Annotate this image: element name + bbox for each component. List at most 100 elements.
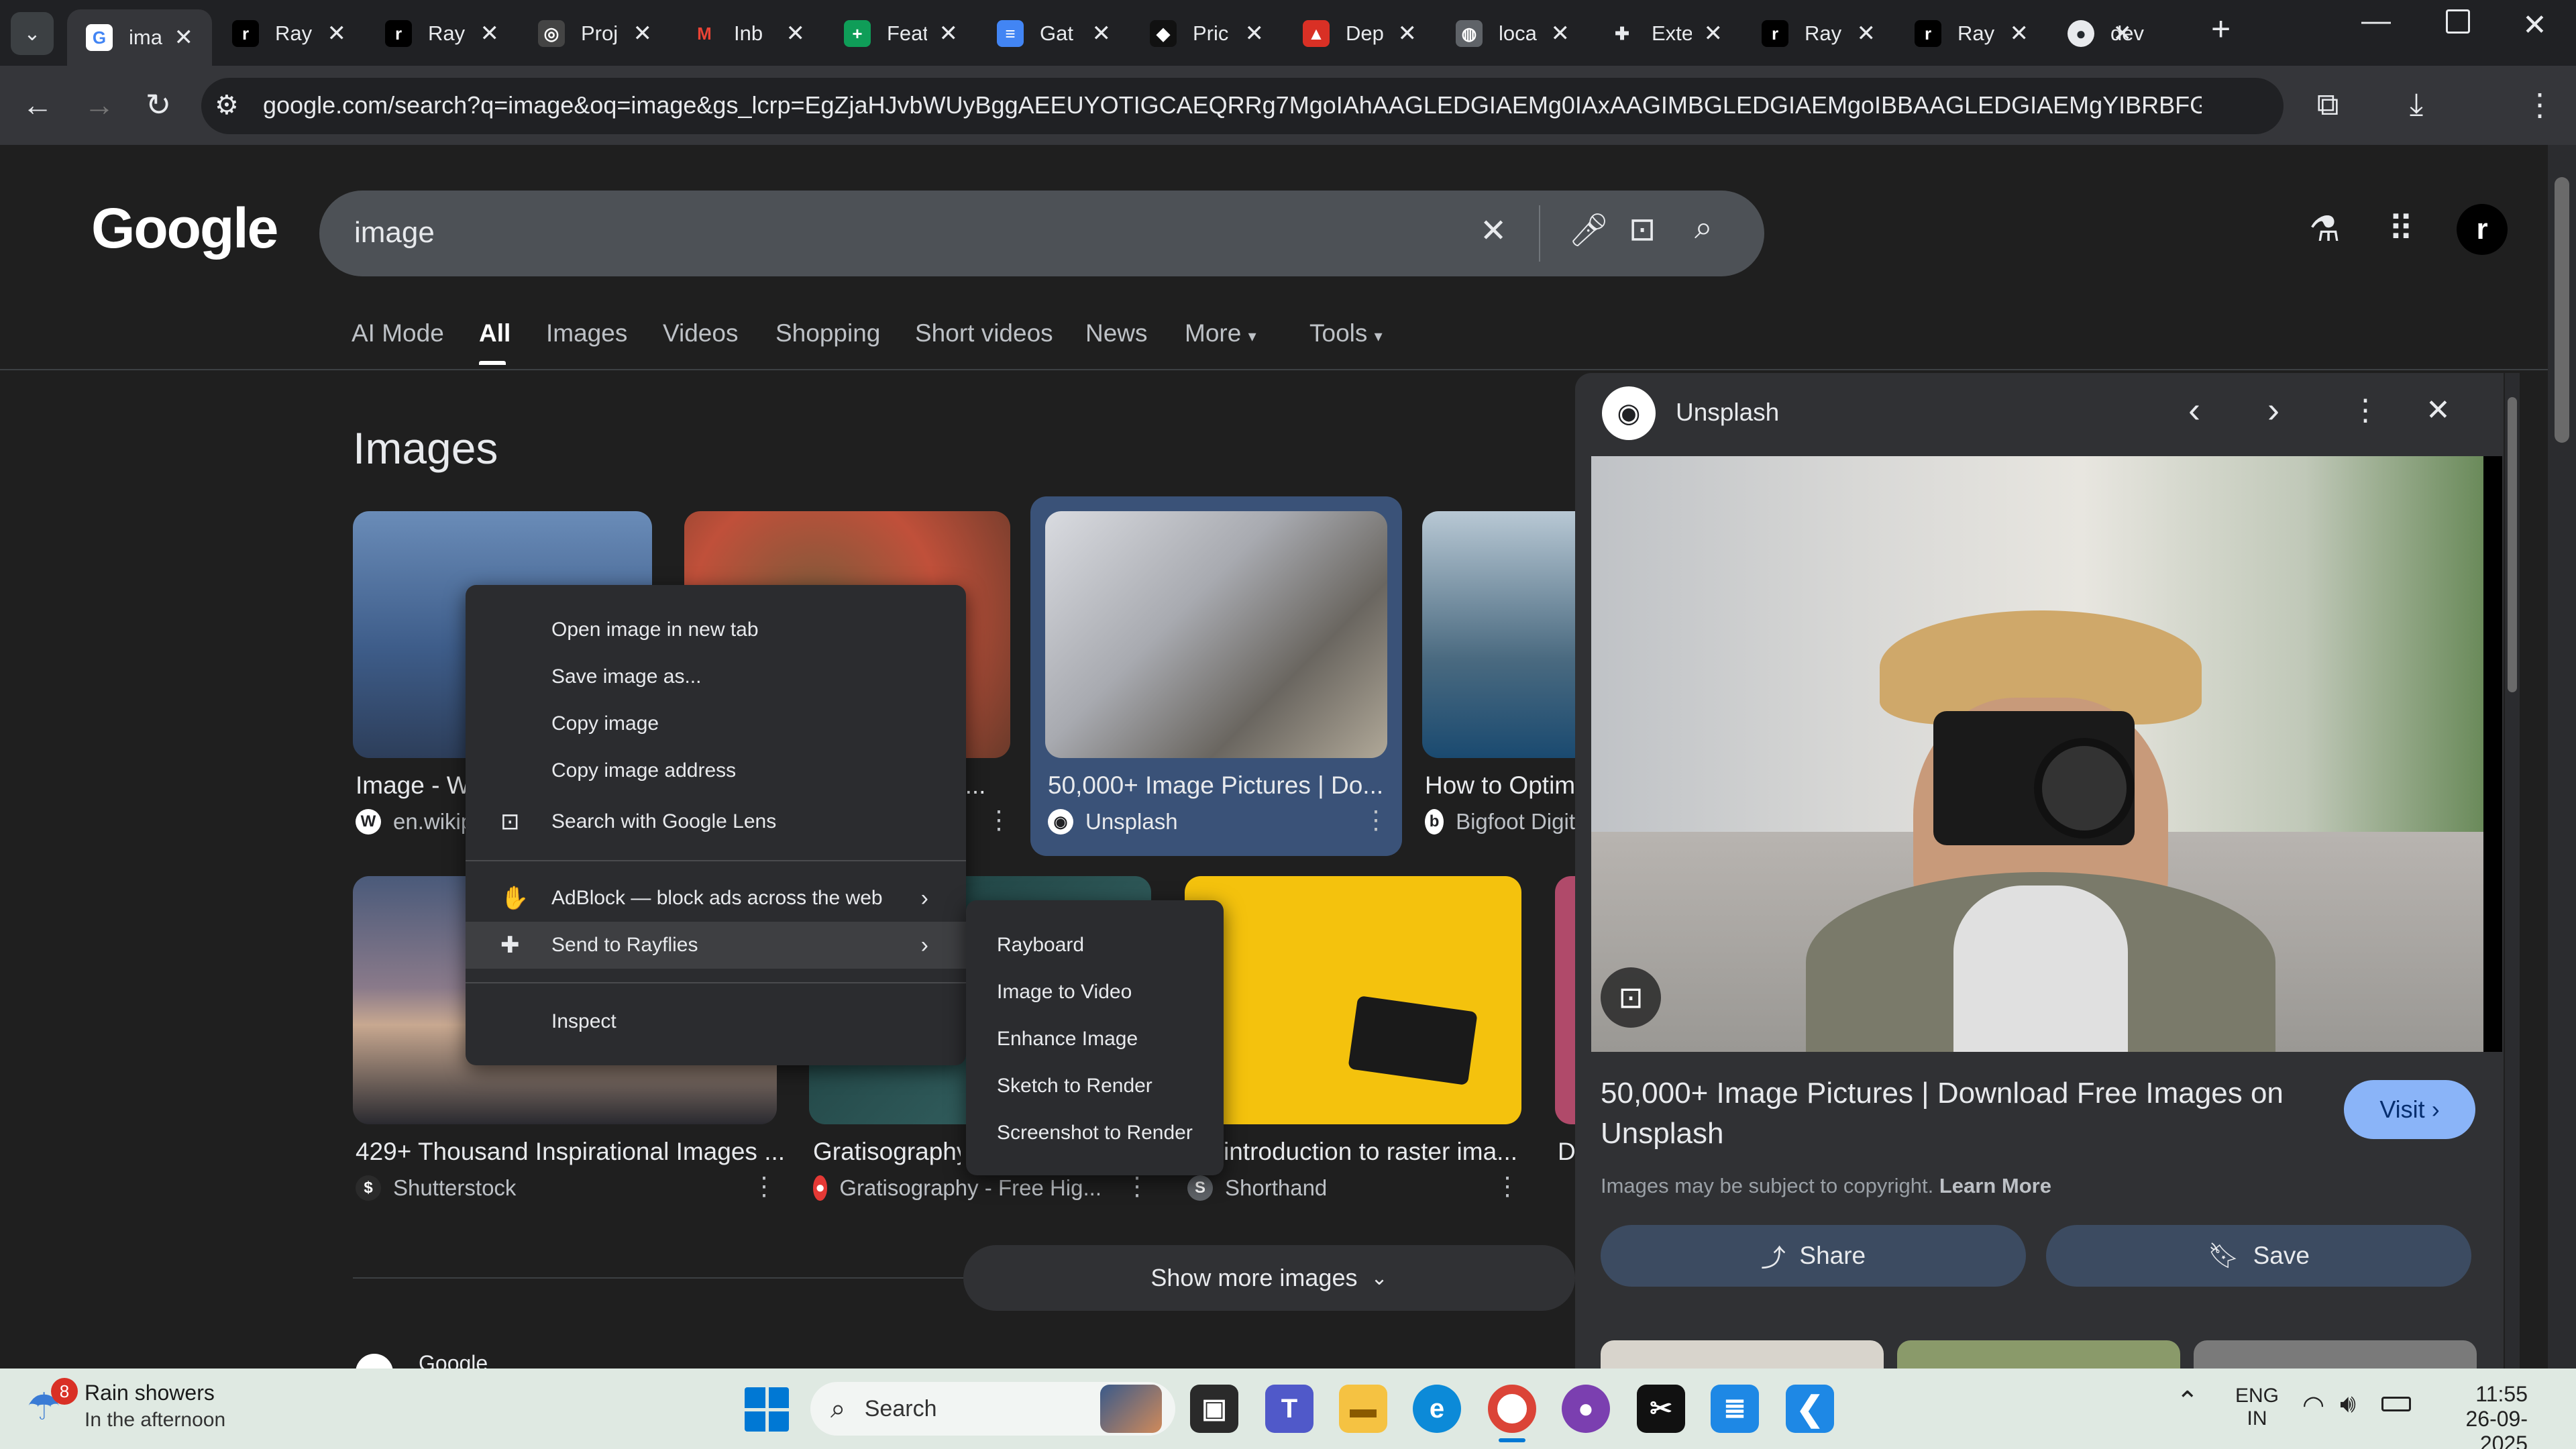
chrome-icon[interactable] xyxy=(1488,1385,1536,1433)
weather-subtitle[interactable]: In the afternoon xyxy=(85,1409,225,1432)
windows-start-icon[interactable] xyxy=(745,1387,789,1432)
forward-icon[interactable]: → xyxy=(72,78,126,131)
url-text[interactable]: google.com/search?q=image&oq=image&gs_lc… xyxy=(263,91,2202,119)
related-image-1[interactable] xyxy=(1601,1340,1884,1368)
tab-videos[interactable]: Videos xyxy=(663,319,738,347)
tab-9[interactable]: ◍ loca ✕ xyxy=(1437,9,1589,58)
menu-send-to-rayflies[interactable]: ✚ Send to Rayflies › xyxy=(466,922,966,969)
menu-open-image-new-tab[interactable]: Open image in new tab xyxy=(466,606,966,653)
image-source[interactable]: S Shorthand xyxy=(1187,1175,1327,1201)
close-tab-icon[interactable]: ✕ xyxy=(633,20,653,47)
image-title[interactable]: 50,000+ Image Pictures | Do... xyxy=(1048,771,1383,800)
submenu-screenshot-to-render[interactable]: Screenshot to Render xyxy=(966,1110,1224,1157)
panel-more-icon[interactable]: ⋮ xyxy=(2351,393,2380,427)
task-view-icon[interactable]: ▣ xyxy=(1190,1385,1238,1433)
close-tab-icon[interactable]: ✕ xyxy=(1398,20,1417,47)
tab-5[interactable]: + Feat ✕ xyxy=(825,9,977,58)
image-source[interactable]: b Bigfoot Digit xyxy=(1425,809,1575,835)
tab-ai-mode[interactable]: AI Mode xyxy=(352,319,444,347)
related-image-3[interactable] xyxy=(2194,1340,2477,1368)
volume-icon[interactable]: 🔊︎ xyxy=(2340,1390,2356,1419)
lens-icon[interactable]: ⊡ xyxy=(1629,211,1656,248)
tab-11[interactable]: r Ray ✕ xyxy=(1743,9,1894,58)
reload-icon[interactable]: ↻ xyxy=(131,78,185,131)
file-explorer-icon[interactable]: ▬ xyxy=(1339,1385,1387,1433)
related-image-2[interactable] xyxy=(1897,1340,2180,1368)
image-title[interactable]: How to Optimi xyxy=(1425,771,1575,800)
capcut-icon[interactable]: ✂ xyxy=(1637,1385,1685,1433)
close-tab-icon[interactable]: ✕ xyxy=(1245,20,1265,47)
menu-kebab-icon[interactable]: ⋮ xyxy=(2513,78,2567,131)
submenu-sketch-to-render[interactable]: Sketch to Render xyxy=(966,1063,1224,1110)
site-info-icon[interactable]: ⚙ xyxy=(215,90,239,121)
menu-adblock[interactable]: ✋ AdBlock — block ads across the web › xyxy=(466,875,966,922)
image-source[interactable]: Wen.wikip xyxy=(356,809,473,835)
image-source[interactable]: ● Gratisography - Free Hig... xyxy=(813,1175,1102,1201)
tab-all[interactable]: All xyxy=(479,319,511,347)
image-source[interactable]: $ Shutterstock xyxy=(356,1175,516,1201)
image-title[interactable]: 429+ Thousand Inspirational Images ... xyxy=(356,1138,785,1166)
weather-title[interactable]: Rain showers xyxy=(85,1381,215,1405)
close-tab-icon[interactable]: ✕ xyxy=(2113,20,2133,47)
image-thumbnail-yellow-camera[interactable] xyxy=(1185,876,1521,1124)
close-tab-icon[interactable]: ✕ xyxy=(327,20,347,47)
tab-more[interactable]: More ▾ xyxy=(1185,319,1256,347)
close-tab-icon[interactable]: ✕ xyxy=(2010,20,2029,47)
menu-inspect[interactable]: Inspect xyxy=(466,998,966,1045)
tab-images[interactable]: Images xyxy=(546,319,627,347)
tab-12[interactable]: r Ray ✕ xyxy=(1896,9,2047,58)
close-tab-icon[interactable]: ✕ xyxy=(480,20,500,47)
extensions-icon[interactable]: ⧉ xyxy=(2301,78,2355,131)
panel-image-title[interactable]: 50,000+ Image Pictures | Download Free I… xyxy=(1601,1073,2312,1154)
more-options-icon[interactable]: ⋮ xyxy=(986,805,1012,835)
labs-flask-icon[interactable]: ⚗ xyxy=(2309,209,2341,250)
close-tab-icon[interactable]: ✕ xyxy=(1092,20,1112,47)
download-icon[interactable]: ⤓ xyxy=(2390,78,2443,131)
image-title[interactable]: Image - W xyxy=(356,771,470,800)
tab-short-videos[interactable]: Short videos xyxy=(915,319,1053,347)
tray-chevron-icon[interactable]: ⌃ xyxy=(2176,1386,2199,1417)
language-indicator[interactable]: ENG IN xyxy=(2235,1385,2279,1430)
search-input[interactable]: image xyxy=(354,216,435,250)
share-button[interactable]: ⤴ Share xyxy=(1601,1225,2026,1287)
wifi-icon[interactable]: ◠ xyxy=(2302,1390,2324,1420)
more-options-icon[interactable]: ⋮ xyxy=(1363,805,1389,835)
apps-grid-icon[interactable]: ⠿ xyxy=(2388,209,2414,250)
close-window-icon[interactable]: ✕ xyxy=(2522,8,2547,42)
close-tab-icon[interactable]: ✕ xyxy=(939,20,959,47)
submenu-rayboard[interactable]: Rayboard xyxy=(966,922,1224,969)
image-title[interactable]: D xyxy=(1558,1138,1575,1166)
menu-save-image-as[interactable]: Save image as... xyxy=(466,653,966,700)
learn-more-link[interactable]: Learn More xyxy=(1939,1174,2051,1197)
panel-source-name[interactable]: Unsplash xyxy=(1676,398,1779,427)
previous-image-icon[interactable]: ‹ xyxy=(2188,389,2200,431)
preview-image[interactable]: ⊡ xyxy=(1591,456,2502,1052)
clear-search-icon[interactable]: ✕ xyxy=(1480,212,1507,250)
close-tab-icon[interactable]: ✕ xyxy=(1551,20,1570,47)
visit-button[interactable]: Visit › xyxy=(2344,1080,2475,1139)
tab-13[interactable]: ● dev ✕ xyxy=(2049,9,2151,58)
tab-4[interactable]: M Inb ✕ xyxy=(672,9,824,58)
notepad-icon[interactable]: ≣ xyxy=(1711,1385,1759,1433)
tab-10[interactable]: ✚ Exte ✕ xyxy=(1590,9,1741,58)
close-tab-icon[interactable]: ✕ xyxy=(1704,20,1723,47)
tab-6[interactable]: ≡ Gat ✕ xyxy=(978,9,1130,58)
show-more-images-button[interactable]: Show more images ⌄ xyxy=(963,1245,1575,1311)
panel-scrollbar[interactable] xyxy=(2505,373,2520,1368)
account-avatar[interactable]: r xyxy=(2457,204,2508,255)
image-title[interactable]: Gratisography xyxy=(813,1138,961,1166)
tab-news[interactable]: News xyxy=(1085,319,1148,347)
page-scroll-thumb[interactable] xyxy=(2555,177,2569,443)
submenu-image-to-video[interactable]: Image to Video xyxy=(966,969,1224,1016)
image-thumbnail-water[interactable] xyxy=(1422,511,1575,758)
page-scrollbar[interactable] xyxy=(2548,145,2576,1368)
image-source[interactable]: ◉ Unsplash xyxy=(1048,809,1178,835)
new-tab-icon[interactable]: + xyxy=(2211,9,2231,48)
image-thumbnail-camera-woman[interactable] xyxy=(1045,511,1387,758)
mic-icon[interactable]: 🎤︎ xyxy=(1568,211,1609,249)
unsplash-logo-icon[interactable]: ◉ xyxy=(1602,386,1656,440)
tab-1[interactable]: r Ray ✕ xyxy=(213,9,365,58)
image-title[interactable]: introduction to raster ima... xyxy=(1224,1138,1519,1166)
github-desktop-icon[interactable]: ● xyxy=(1562,1385,1610,1433)
tab-shopping[interactable]: Shopping xyxy=(775,319,880,347)
